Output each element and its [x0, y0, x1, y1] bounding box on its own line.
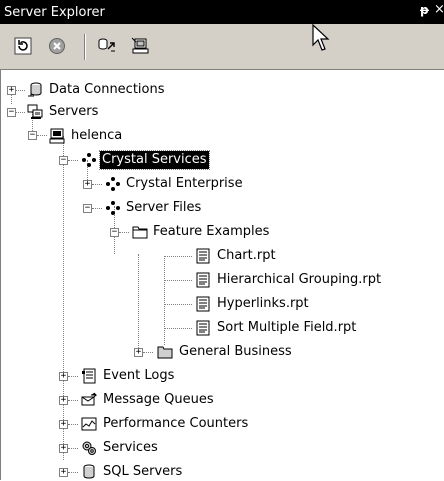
tree-line [164, 280, 192, 281]
expand-toggle[interactable]: + [59, 420, 68, 429]
report-file-icon [196, 296, 210, 312]
expand-toggle[interactable]: + [134, 348, 143, 357]
collapse-toggle[interactable]: − [7, 108, 16, 117]
stop-button[interactable] [46, 35, 68, 57]
tree-line [92, 184, 102, 185]
sql-servers-icon [83, 464, 95, 479]
collapse-toggle[interactable]: − [83, 204, 92, 213]
mouse-cursor-icon [312, 24, 330, 51]
tree-item-services[interactable]: Services [101, 439, 160, 457]
tree-line [68, 376, 78, 377]
tree-item-chart-rpt[interactable]: Chart.rpt [215, 247, 278, 265]
tree-line [164, 256, 192, 257]
tree-line [68, 424, 78, 425]
folder-icon [157, 346, 173, 359]
expand-toggle[interactable]: + [59, 444, 68, 453]
report-file-icon [196, 320, 210, 336]
tree-item-crystal-enterprise[interactable]: Crystal Enterprise [124, 175, 245, 193]
tree-line [37, 135, 47, 136]
expand-toggle[interactable]: + [7, 86, 16, 95]
tree-item-sql-servers[interactable]: SQL Servers [101, 463, 184, 481]
refresh-icon [14, 37, 32, 55]
window-title: Server Explorer [4, 4, 105, 20]
stop-icon [49, 38, 65, 54]
tree-line [138, 254, 139, 350]
tree-line [119, 232, 129, 233]
tree-line [143, 352, 153, 353]
tree-item-server-files[interactable]: Server Files [124, 199, 203, 217]
event-logs-icon [82, 368, 96, 384]
tree-line [63, 136, 64, 460]
tree-item-feature-examples[interactable]: Feature Examples [151, 223, 271, 241]
tree-item-servers[interactable]: Servers [47, 103, 100, 121]
tree-line [164, 304, 192, 305]
report-file-icon [196, 272, 210, 288]
tree-line [164, 328, 192, 329]
expand-toggle[interactable]: + [59, 468, 68, 477]
tree-item-event-logs[interactable]: Event Logs [101, 367, 176, 385]
tree-line [68, 160, 78, 161]
close-icon[interactable]: × [434, 2, 444, 17]
folder-open-icon [132, 226, 148, 239]
server-computer-icon [49, 128, 65, 144]
connect-to-server-button[interactable] [130, 35, 152, 57]
connect-server-icon [131, 37, 149, 54]
toolbar-separator [84, 34, 85, 60]
pin-icon[interactable]: ᵽ [420, 3, 429, 17]
data-connections-icon [28, 82, 42, 97]
tree-line [16, 90, 25, 91]
tree-item-message-queues[interactable]: Message Queues [101, 391, 216, 409]
expand-toggle[interactable]: + [83, 180, 92, 189]
tree-item-hierarchical-grouping-rpt[interactable]: Hierarchical Grouping.rpt [215, 271, 383, 289]
tree-item-data-connections[interactable]: Data Connections [47, 81, 167, 99]
message-queues-icon [81, 392, 97, 406]
tree-item-general-business[interactable]: General Business [177, 343, 294, 361]
performance-counters-icon [81, 417, 97, 431]
report-file-icon [196, 248, 210, 264]
toolbar [0, 24, 444, 70]
refresh-button[interactable] [12, 35, 34, 57]
tree-line [68, 448, 78, 449]
title-bar: Server Explorer ᵽ × [0, 0, 444, 24]
tree-line [68, 472, 78, 473]
servers-icon [27, 104, 43, 119]
tree-item-performance-counters[interactable]: Performance Counters [101, 415, 250, 433]
services-gear-icon [82, 441, 96, 455]
tree-item-sort-multiple-field-rpt[interactable]: Sort Multiple Field.rpt [215, 319, 358, 337]
tree-item-helenca[interactable]: helenca [69, 127, 124, 145]
expand-toggle[interactable]: + [59, 372, 68, 381]
tree-item-hyperlinks-rpt[interactable]: Hyperlinks.rpt [215, 295, 311, 313]
tree-line [164, 256, 165, 345]
server-tree: + Data Connections − Servers − helenca −… [0, 70, 444, 480]
collapse-toggle[interactable]: − [59, 156, 68, 165]
expand-toggle[interactable]: + [59, 396, 68, 405]
connect-to-database-button[interactable] [96, 35, 118, 57]
tree-line [92, 208, 102, 209]
tree-item-crystal-services[interactable]: Crystal Services [99, 150, 210, 170]
connect-database-icon [98, 38, 115, 52]
server-files-icon [106, 201, 120, 215]
tree-line [16, 112, 25, 113]
collapse-toggle[interactable]: − [28, 131, 37, 140]
crystal-enterprise-icon [106, 177, 120, 191]
collapse-toggle[interactable]: − [110, 228, 119, 237]
crystal-services-icon [82, 153, 96, 167]
tree-line [68, 400, 78, 401]
